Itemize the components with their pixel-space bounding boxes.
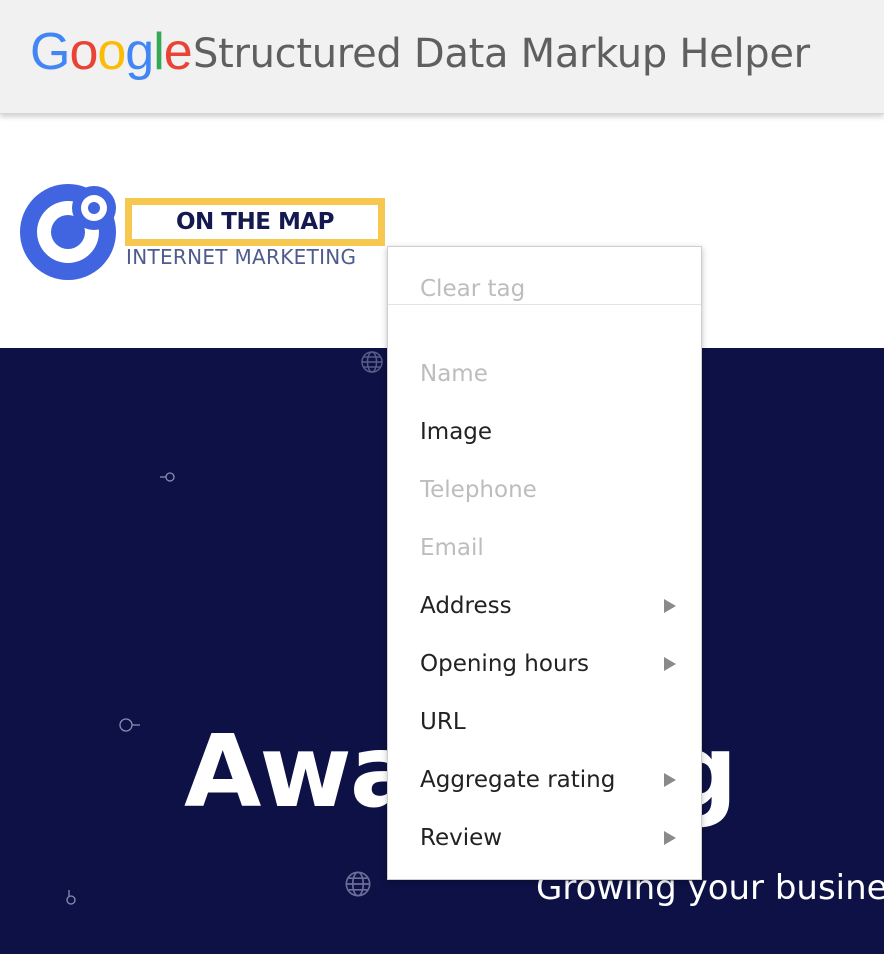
menu-item-label: Image [420,419,493,445]
menu-item-telephone[interactable]: Telephone [388,461,701,519]
google-logo-letter: l [153,23,165,81]
site-logo-name: ON THE MAP [175,209,335,235]
menu-item-label: Aggregate rating [420,767,616,793]
menu-item-address[interactable]: Address [388,577,701,635]
google-logo-letter: G [30,23,70,81]
globe-icon [361,351,383,373]
globe-icon [345,871,371,897]
menu-item-review[interactable]: Review [388,809,701,867]
menu-item-opening-hours[interactable]: Opening hours [388,635,701,693]
menu-item-label: Telephone [420,477,537,503]
site-logo-tag[interactable]: ON THE MAP [125,198,385,246]
google-logo-letter: e [163,23,193,81]
google-logo[interactable]: Google [30,22,193,82]
menu-item-label: Name [420,361,488,387]
menu-item-aggregate-rating[interactable]: Aggregate rating [388,751,701,809]
node-icon [66,890,76,905]
submenu-arrow-icon [664,599,676,613]
menu-item-label: Review [420,825,503,851]
menu-item-email[interactable]: Email [388,519,701,577]
menu-item-label: Opening hours [420,651,589,677]
menu-item-image[interactable]: Image [388,403,701,461]
app-title: Structured Data Markup Helper [193,31,810,77]
site-logo-icon[interactable] [18,182,118,282]
google-logo-letter: g [125,23,154,81]
google-logo-letter: o [69,23,98,81]
menu-item-url[interactable]: URL [388,693,701,751]
menu-item-label: URL [420,709,466,735]
submenu-arrow-icon [664,831,676,845]
app-header: Google Structured Data Markup Helper [0,0,884,114]
menu-item-label: Address [420,593,512,619]
submenu-arrow-icon [664,773,676,787]
context-menu: Clear tag Name Image Telephone Email Add… [387,246,702,880]
node-icon [119,718,140,732]
menu-item-label: Email [420,535,484,561]
node-icon [160,472,175,482]
menu-item-label: Clear tag [420,276,526,302]
menu-item-name[interactable]: Name [388,345,701,403]
google-logo-letter: o [97,23,126,81]
submenu-arrow-icon [664,657,676,671]
site-logo-subtitle: INTERNET MARKETING [126,245,357,269]
menu-item-clear-tag[interactable]: Clear tag [388,247,701,305]
